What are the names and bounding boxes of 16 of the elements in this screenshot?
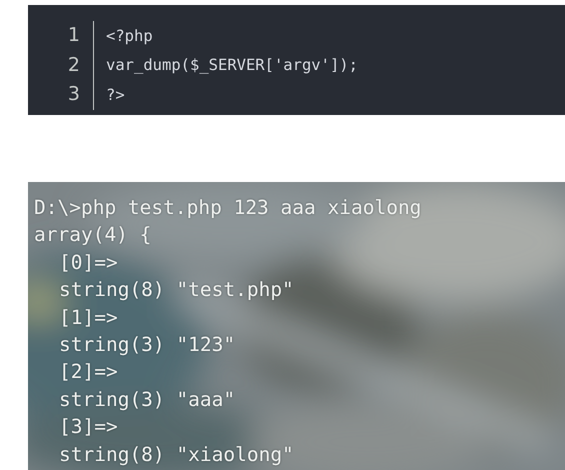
console-line: array(4) { bbox=[34, 222, 152, 248]
console-line: string(8) "test.php" bbox=[58, 277, 294, 304]
console-line: D:\>php test.php 123 aaa xiaolong bbox=[34, 195, 422, 221]
console-line: string(3) "123" bbox=[58, 332, 236, 358]
line-number: 2 bbox=[28, 50, 94, 80]
console-line: string(3) "aaa" bbox=[58, 386, 236, 413]
code-line: var_dump($_SERVER['argv']); bbox=[105, 56, 358, 74]
line-number: 3 bbox=[28, 80, 94, 110]
console-line: [1]=> bbox=[58, 304, 118, 331]
console-line: string(8) "xiaolong" bbox=[58, 442, 294, 468]
code-line: ?> bbox=[105, 86, 125, 104]
console-line: [2]=> bbox=[58, 359, 118, 386]
line-number: 1 bbox=[28, 21, 94, 50]
code-line: <?php bbox=[105, 26, 153, 45]
console-line: [3]=> bbox=[58, 414, 118, 440]
console-line: [0]=> bbox=[58, 250, 118, 276]
